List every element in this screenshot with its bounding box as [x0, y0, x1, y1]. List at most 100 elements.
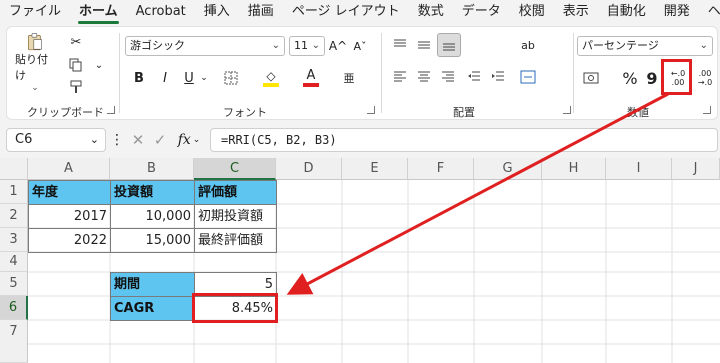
highlight-box-increase-decimal: [661, 59, 692, 95]
row-header-1[interactable]: 1: [0, 180, 28, 204]
cancel-edit-icon[interactable]: ✕: [128, 130, 148, 150]
column-header-a[interactable]: A: [28, 158, 110, 180]
tab-draw[interactable]: 描画: [239, 0, 283, 24]
cell-c2[interactable]: 初期投資額: [194, 204, 277, 229]
font-name-select[interactable]: 游ゴシック ⌄: [125, 36, 285, 56]
border-button[interactable]: [219, 67, 243, 89]
align-left-button[interactable]: [389, 67, 411, 87]
tab-formulas[interactable]: 数式: [409, 0, 453, 24]
cell-a3[interactable]: 2022: [28, 228, 111, 253]
paste-button[interactable]: 貼り付け ⌄: [15, 33, 55, 93]
cell-a1[interactable]: 年度: [28, 180, 111, 205]
align-top-button[interactable]: [389, 35, 411, 55]
column-header-h[interactable]: H: [542, 158, 606, 180]
wrap-text-button[interactable]: ab: [515, 35, 541, 55]
cut-button[interactable]: ✂: [65, 32, 87, 52]
align-center-button[interactable]: [413, 67, 435, 87]
shrink-font-button[interactable]: Aˇ: [351, 36, 369, 56]
decrease-decimal-button[interactable]: .00 →.0: [693, 65, 717, 91]
cell-b3[interactable]: 15,000: [110, 228, 195, 253]
column-header-j[interactable]: J: [672, 158, 720, 180]
italic-button[interactable]: I: [155, 67, 175, 89]
tab-page-layout[interactable]: ページ レイアウト: [283, 0, 409, 24]
cell-b6[interactable]: CAGR: [110, 296, 195, 321]
merge-center-button[interactable]: [517, 67, 539, 87]
fx-label: fx: [177, 132, 191, 148]
fill-color-button[interactable]: ◇: [259, 67, 283, 89]
row-header-2[interactable]: 2: [0, 204, 28, 228]
select-all-corner[interactable]: [0, 158, 28, 180]
group-divider: [573, 33, 574, 113]
name-box[interactable]: C6 ⌄: [6, 128, 106, 152]
tab-view[interactable]: 表示: [554, 0, 598, 24]
more-options-icon[interactable]: ⋮: [110, 132, 124, 148]
indent-increase-button[interactable]: [487, 67, 509, 87]
cell-c3[interactable]: 最終評価額: [194, 228, 277, 253]
row-header-6[interactable]: 6: [0, 296, 28, 320]
phonetic-button[interactable]: 亜: [337, 67, 361, 89]
tab-acrobat[interactable]: Acrobat: [127, 0, 195, 24]
row-header-4[interactable]: 4: [0, 252, 28, 272]
grow-font-button[interactable]: A^: [329, 36, 347, 56]
indent-decrease-button[interactable]: [463, 67, 485, 87]
font-color-button[interactable]: A: [299, 67, 323, 89]
format-painter-button[interactable]: [65, 77, 87, 97]
underline-dropdown[interactable]: ⌄: [199, 67, 209, 89]
number-format-select[interactable]: パーセンテージ ⌄: [577, 36, 713, 56]
menu-bar: ファイル ホーム Acrobat 挿入 描画 ページ レイアウト 数式 データ …: [0, 0, 720, 24]
cell-b2[interactable]: 10,000: [110, 204, 195, 229]
font-launcher-icon[interactable]: [367, 106, 375, 114]
cell-b5[interactable]: 期間: [110, 272, 195, 297]
cell-b1[interactable]: 投資額: [110, 180, 195, 205]
align-right-button[interactable]: [437, 67, 459, 87]
cell-a2[interactable]: 2017: [28, 204, 111, 229]
underline-button[interactable]: U: [179, 67, 199, 89]
bold-button[interactable]: B: [129, 67, 149, 89]
tab-automate[interactable]: 自動化: [598, 0, 655, 24]
font-size-select[interactable]: 11 ⌄: [289, 36, 325, 56]
percent-style-button[interactable]: %: [619, 67, 641, 89]
chevron-down-icon: ⌄: [192, 135, 201, 145]
align-middle-button[interactable]: [413, 35, 435, 55]
row-header-5[interactable]: 5: [0, 272, 28, 296]
column-header-f[interactable]: F: [408, 158, 474, 180]
column-header-b[interactable]: B: [110, 158, 194, 180]
name-box-value: C6: [15, 132, 33, 147]
alignment-launcher-icon[interactable]: [563, 106, 571, 114]
copy-button[interactable]: [65, 55, 87, 75]
align-bottom-button[interactable]: [437, 33, 461, 57]
paint-bucket-icon: ◇: [266, 69, 276, 83]
tab-insert[interactable]: 挿入: [195, 0, 239, 24]
font-size-value: 11: [294, 39, 308, 52]
formula-bar: C6 ⌄ ⋮ ✕ ✓ fx ⌄ =RRI(C5, B2, B3): [0, 124, 720, 156]
tab-file[interactable]: ファイル: [0, 0, 70, 24]
align-bottom-icon: [443, 43, 455, 51]
cell-c1[interactable]: 評価額: [194, 180, 277, 205]
italic-label: I: [163, 70, 167, 86]
tab-developer[interactable]: 開発: [655, 0, 699, 24]
clipboard-launcher-icon[interactable]: [107, 106, 115, 114]
align-top-icon: [394, 39, 406, 47]
align-middle-icon: [418, 41, 430, 49]
comma-style-button[interactable]: 9: [645, 67, 659, 89]
number-launcher-icon[interactable]: [703, 106, 711, 114]
formula-input[interactable]: =RRI(C5, B2, B3): [210, 128, 718, 152]
tab-help[interactable]: ヘルプ: [699, 0, 720, 24]
row-header-7[interactable]: 7: [0, 320, 28, 363]
column-header-c[interactable]: C: [194, 158, 276, 180]
column-header-e[interactable]: E: [342, 158, 408, 180]
confirm-edit-icon[interactable]: ✓: [150, 130, 170, 150]
row-header-3[interactable]: 3: [0, 228, 28, 252]
accounting-format-button[interactable]: [579, 67, 603, 89]
bold-label: B: [134, 70, 144, 86]
copy-dropdown[interactable]: ⌄: [93, 55, 105, 75]
comma-icon: 9: [646, 68, 658, 88]
column-header-g[interactable]: G: [474, 158, 542, 180]
tab-data[interactable]: データ: [453, 0, 510, 24]
tab-home[interactable]: ホーム: [70, 0, 127, 24]
border-icon: [224, 71, 238, 85]
tab-review[interactable]: 校閲: [510, 0, 554, 24]
column-header-d[interactable]: D: [276, 158, 342, 180]
insert-function-button[interactable]: fx ⌄: [174, 130, 204, 150]
column-header-i[interactable]: I: [606, 158, 672, 180]
